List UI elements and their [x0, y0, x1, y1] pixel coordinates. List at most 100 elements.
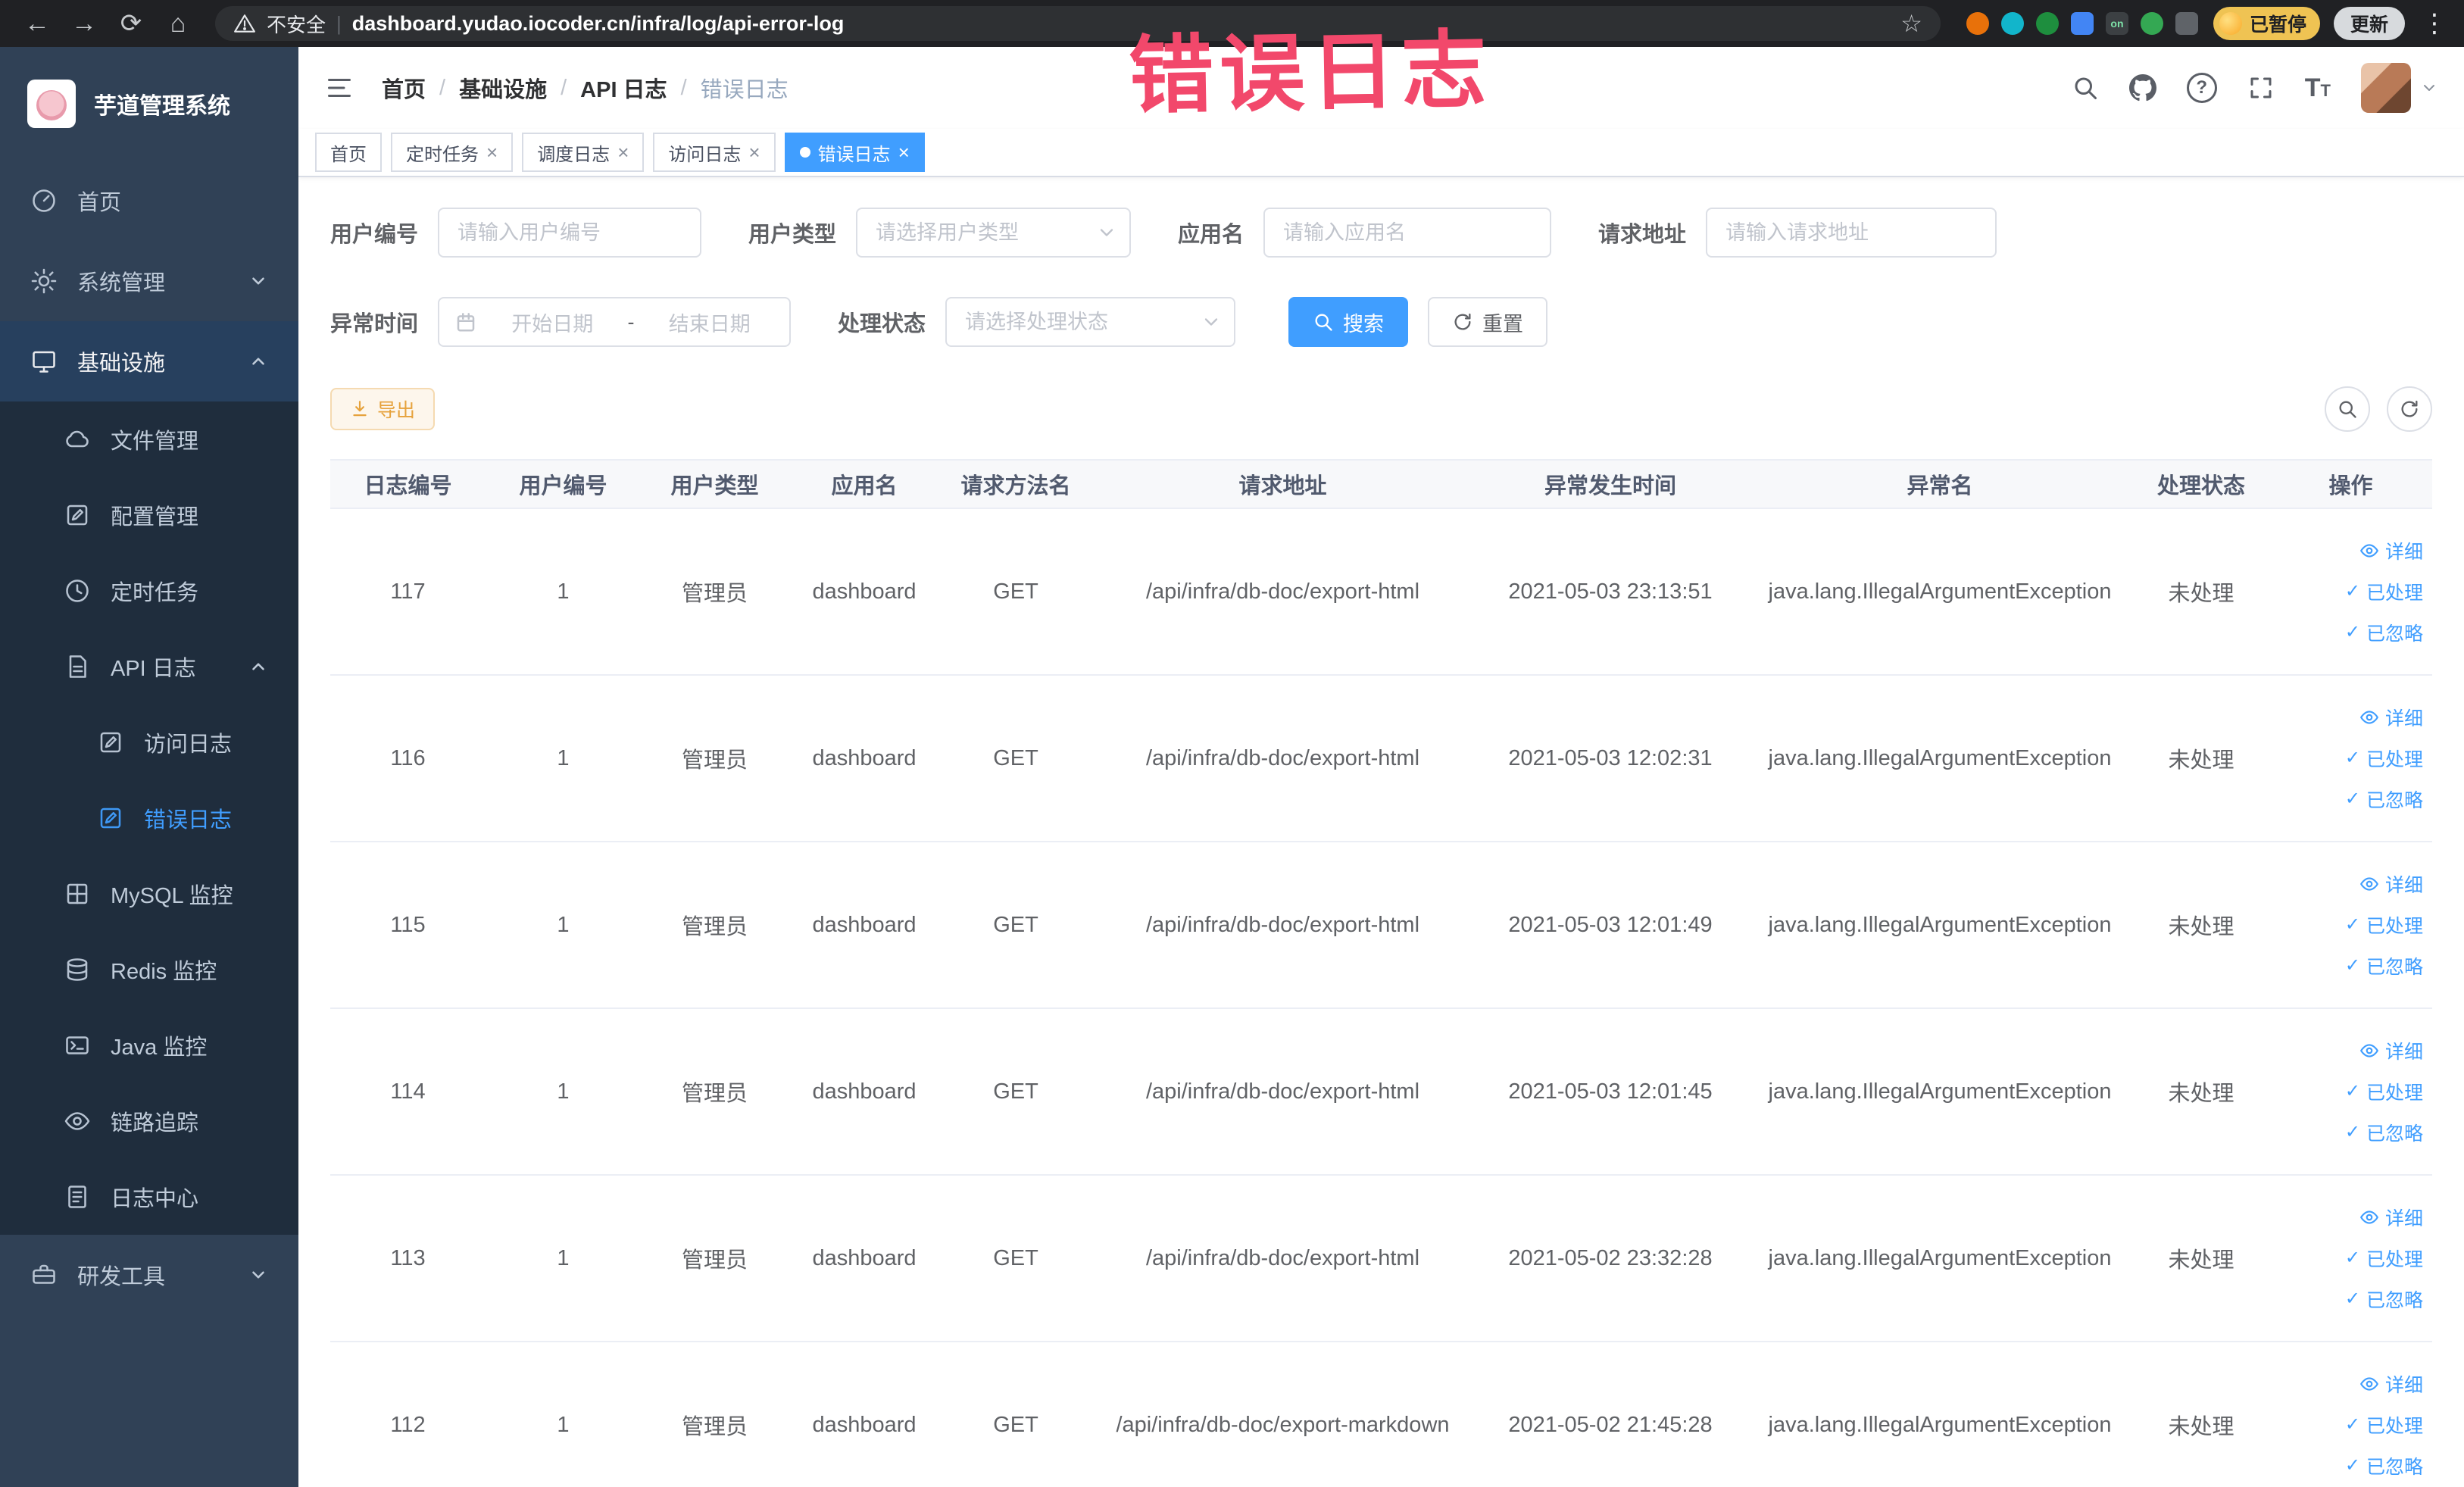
- fullscreen-icon[interactable]: [2247, 74, 2275, 102]
- cell-method: GET: [940, 842, 1091, 1009]
- tab-home[interactable]: 首页: [315, 133, 382, 172]
- detail-link[interactable]: 详细: [2359, 870, 2423, 898]
- sidebar-toggle-icon[interactable]: [324, 74, 354, 102]
- extension-icon[interactable]: [2000, 12, 2024, 35]
- mark-ignored-link[interactable]: ✓ 已忽略: [2345, 619, 2423, 646]
- sidebar-item-home[interactable]: 首页: [0, 161, 298, 241]
- mark-ignored-link[interactable]: ✓ 已忽略: [2345, 1119, 2423, 1146]
- back-icon[interactable]: ←: [17, 9, 58, 39]
- close-tab-icon[interactable]: ×: [617, 142, 629, 162]
- mark-ignored-link[interactable]: ✓ 已忽略: [2345, 786, 2423, 813]
- toolbox-icon: [33, 1264, 55, 1284]
- tab-access-log[interactable]: 访问日志 ×: [653, 133, 776, 172]
- mark-ignored-link[interactable]: ✓ 已忽略: [2345, 1452, 2423, 1479]
- update-button[interactable]: 更新: [2333, 7, 2405, 40]
- request-url-input[interactable]: [1706, 208, 1997, 258]
- cell-exception-name: java.lang.IllegalArgumentException: [1747, 1342, 2133, 1487]
- tab-scheduled-jobs[interactable]: 定时任务 ×: [391, 133, 514, 172]
- extension-icon[interactable]: [2070, 12, 2094, 35]
- cell-method: GET: [940, 1342, 1091, 1487]
- app-logo: 芋道管理系统: [0, 47, 298, 161]
- mark-processed-link[interactable]: ✓ 已处理: [2345, 578, 2423, 605]
- sidebar-item-api-logs[interactable]: API 日志: [0, 629, 298, 704]
- close-tab-icon[interactable]: ×: [486, 142, 498, 162]
- cell-log-id: 117: [330, 508, 486, 676]
- check-icon: ✓: [2344, 1081, 2360, 1101]
- eye-icon: [64, 1112, 90, 1130]
- browser-menu-icon[interactable]: ⋮: [2422, 8, 2447, 39]
- sidebar-item-java-monitor[interactable]: Java 监控: [0, 1007, 298, 1083]
- search-button[interactable]: 搜索: [1288, 297, 1409, 347]
- help-icon[interactable]: ?: [2186, 73, 2217, 103]
- detail-link[interactable]: 详细: [2359, 537, 2423, 564]
- sidebar-item-trace[interactable]: 链路追踪: [0, 1083, 298, 1159]
- bookmark-star-icon[interactable]: ☆: [1900, 9, 1922, 38]
- detail-link[interactable]: 详细: [2359, 1037, 2423, 1064]
- sidebar-item-log-center[interactable]: 日志中心: [0, 1159, 298, 1235]
- tab-job-log[interactable]: 调度日志 ×: [522, 133, 645, 172]
- check-icon: ✓: [2344, 1455, 2360, 1476]
- export-button[interactable]: 导出: [330, 388, 436, 430]
- mark-processed-link[interactable]: ✓ 已处理: [2345, 1411, 2423, 1439]
- cell-user-id: 1: [486, 1008, 641, 1176]
- mark-ignored-link[interactable]: ✓ 已忽略: [2345, 1286, 2423, 1313]
- cell-exception-name: java.lang.IllegalArgumentException: [1747, 1008, 2133, 1176]
- mark-ignored-link[interactable]: ✓ 已忽略: [2345, 952, 2423, 979]
- extension-icon[interactable]: [1966, 12, 1989, 35]
- process-status-select[interactable]: [945, 297, 1236, 347]
- table-row: 115 1 管理员 dashboard GET /api/infra/db-do…: [330, 842, 2432, 1009]
- extension-icon[interactable]: [2035, 12, 2059, 35]
- sidebar-item-system-mgmt[interactable]: 系统管理: [0, 241, 298, 321]
- cell-request-url: /api/infra/db-doc/export-html: [1091, 675, 1474, 842]
- sidebar-item-config-mgmt[interactable]: 配置管理: [0, 477, 298, 553]
- paused-badge[interactable]: 已暂停: [2213, 7, 2320, 40]
- sidebar-item-redis-monitor[interactable]: Redis 监控: [0, 932, 298, 1007]
- sidebar-item-access-log[interactable]: 访问日志: [0, 704, 298, 780]
- sidebar-item-file-mgmt[interactable]: 文件管理: [0, 401, 298, 477]
- tab-error-log[interactable]: 错误日志 ×: [784, 133, 925, 172]
- database-icon: [67, 958, 88, 981]
- detail-link[interactable]: 详细: [2359, 1370, 2423, 1398]
- chevron-down-icon: [252, 277, 264, 285]
- breadcrumb-home[interactable]: 首页: [382, 72, 426, 104]
- address-bar[interactable]: 不安全 | dashboard.yudao.iocoder.cn/infra/l…: [215, 6, 1941, 41]
- github-icon[interactable]: [2128, 74, 2156, 102]
- user-type-select[interactable]: [856, 208, 1132, 258]
- mark-processed-link[interactable]: ✓ 已处理: [2345, 745, 2423, 772]
- sidebar-item-infrastructure[interactable]: 基础设施: [0, 321, 298, 401]
- close-tab-icon[interactable]: ×: [898, 142, 910, 162]
- search-icon[interactable]: [2072, 74, 2099, 102]
- mark-processed-link[interactable]: ✓ 已处理: [2345, 911, 2423, 939]
- sidebar-item-scheduled-jobs[interactable]: 定时任务: [0, 553, 298, 629]
- cell-user-type: 管理员: [641, 1342, 789, 1487]
- user-menu[interactable]: [2361, 63, 2438, 113]
- toggle-search-button[interactable]: [2325, 386, 2370, 432]
- forward-icon[interactable]: →: [64, 9, 105, 39]
- extension-icon[interactable]: [2140, 12, 2163, 35]
- sidebar-item-mysql-monitor[interactable]: MySQL 监控: [0, 856, 298, 932]
- breadcrumb-api-logs: API 日志: [580, 78, 667, 102]
- detail-link[interactable]: 详细: [2359, 1204, 2423, 1231]
- font-size-icon[interactable]: TT: [2305, 73, 2331, 103]
- sidebar-item-error-log[interactable]: 错误日志: [0, 780, 298, 856]
- cell-actions: 详细 ✓ 已处理 ✓ 已忽略: [2269, 675, 2432, 842]
- close-tab-icon[interactable]: ×: [748, 142, 760, 162]
- app-name-input[interactable]: [1263, 208, 1552, 258]
- cell-actions: 详细 ✓ 已处理 ✓ 已忽略: [2269, 508, 2432, 676]
- reload-icon[interactable]: ⟳: [111, 8, 151, 39]
- detail-link[interactable]: 详细: [2359, 704, 2423, 731]
- date-range-picker[interactable]: 开始日期 - 结束日期: [438, 297, 792, 347]
- tags-bar: 首页 定时任务 × 调度日志 × 访问日志 × 错误日志 ×: [298, 129, 2464, 177]
- refresh-button[interactable]: [2387, 386, 2432, 432]
- mark-processed-link[interactable]: ✓ 已处理: [2345, 1078, 2423, 1105]
- user-id-input[interactable]: [438, 208, 702, 258]
- home-icon[interactable]: ⌂: [158, 9, 198, 39]
- chevron-up-icon: [252, 358, 264, 365]
- dashboard-icon: [33, 189, 55, 212]
- sidebar-item-dev-tools[interactable]: 研发工具: [0, 1235, 298, 1315]
- reset-button[interactable]: 重置: [1428, 297, 1548, 347]
- extension-icon[interactable]: [2175, 12, 2198, 35]
- extension-icon[interactable]: on: [2105, 12, 2128, 35]
- process-status-label: 处理状态: [838, 312, 926, 336]
- mark-processed-link[interactable]: ✓ 已处理: [2345, 1245, 2423, 1272]
